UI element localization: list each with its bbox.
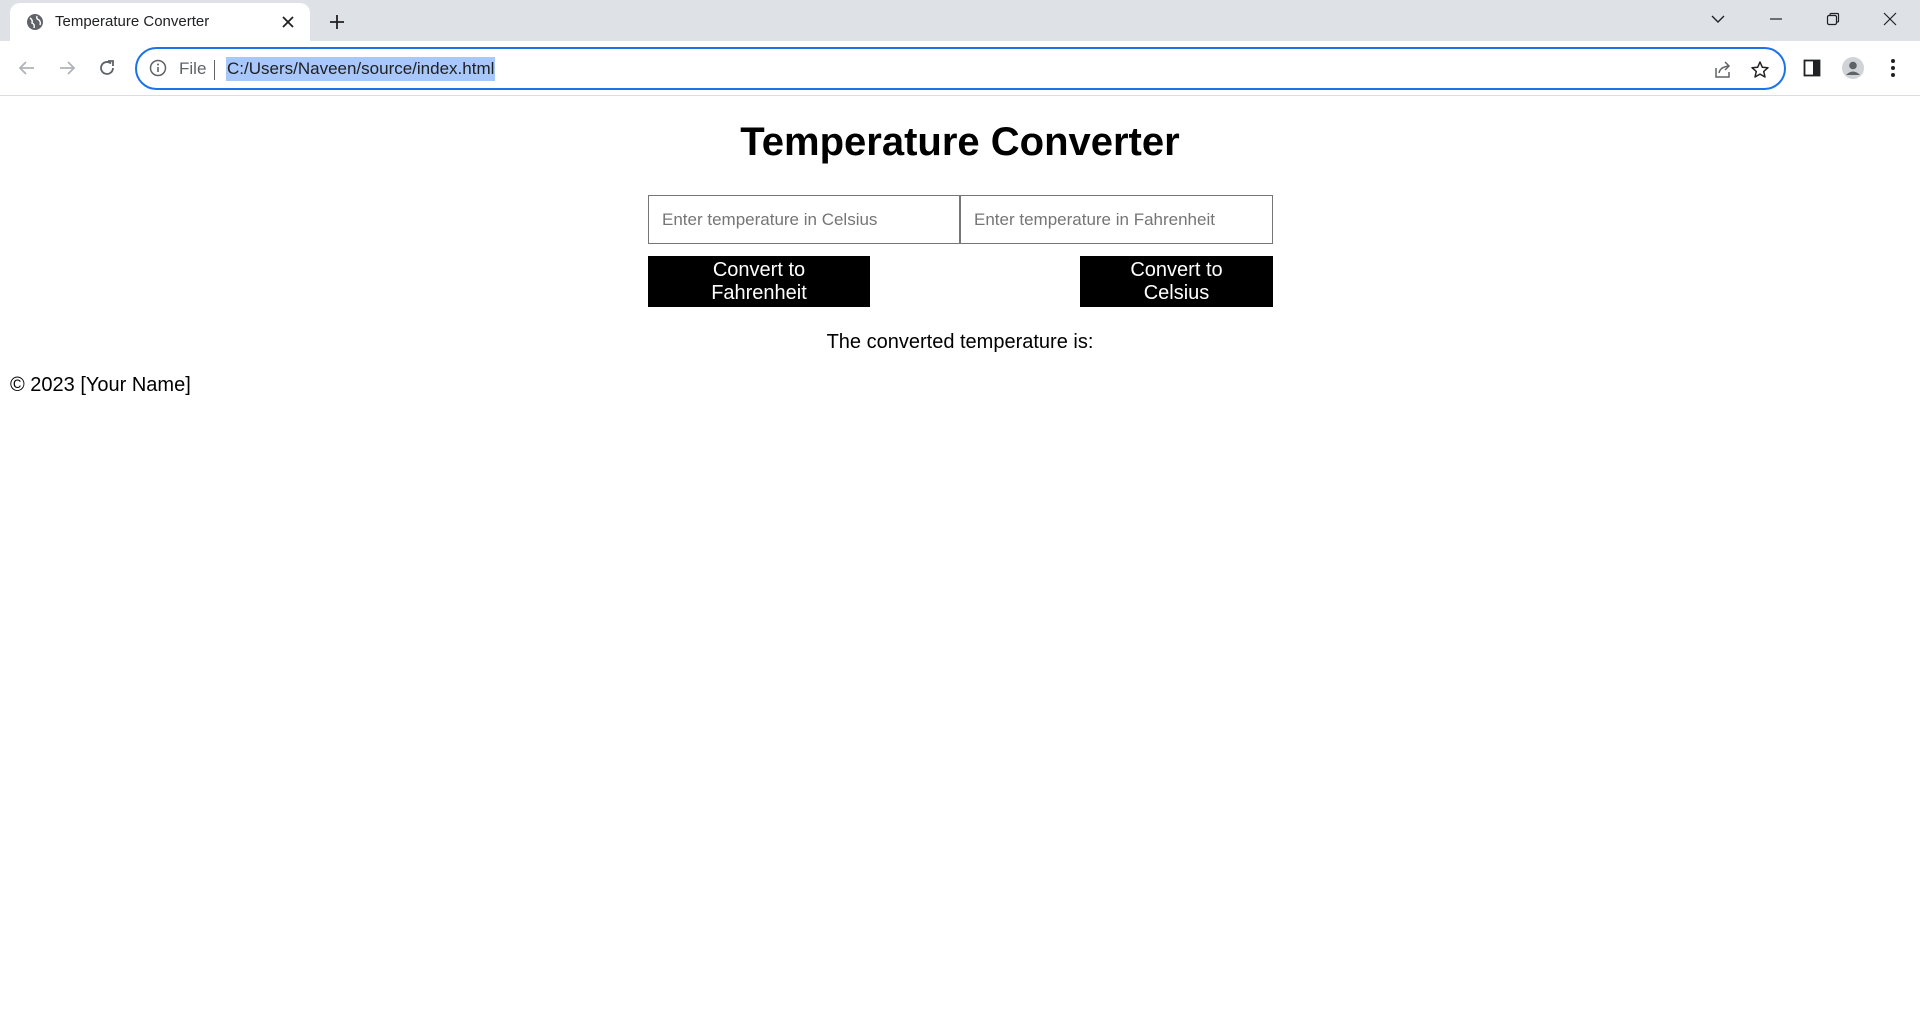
globe-icon (26, 13, 44, 31)
url-text[interactable]: C:/Users/Naveen/source/index.html (226, 57, 496, 81)
restore-icon[interactable] (1819, 7, 1847, 31)
star-icon[interactable] (1749, 59, 1771, 81)
info-icon[interactable] (149, 59, 169, 79)
side-panel-icon[interactable] (1799, 55, 1825, 81)
convert-to-celsius-button[interactable]: Convert to Celsius (1080, 256, 1273, 307)
tab-title: Temperature Converter (55, 13, 210, 30)
page-title: Temperature Converter (740, 120, 1180, 164)
more-vert-icon[interactable] (1880, 55, 1906, 81)
plus-icon[interactable] (325, 10, 349, 34)
chevron-down-icon[interactable] (1704, 7, 1732, 31)
browser-toolbar: File C:/Users/Naveen/source/index.html (0, 41, 1920, 96)
back-arrow-icon[interactable] (12, 53, 42, 83)
address-bar[interactable]: File C:/Users/Naveen/source/index.html (135, 47, 1786, 90)
divider (214, 60, 215, 80)
scheme-label: File (179, 59, 207, 78)
profile-icon[interactable] (1840, 55, 1866, 81)
result-label: The converted temperature is: (826, 331, 1094, 353)
celsius-input[interactable] (648, 195, 960, 244)
fahrenheit-input[interactable] (960, 195, 1273, 244)
tab-strip: Temperature Converter (0, 0, 1920, 41)
page-body: Temperature Converter Convert to Fahrenh… (0, 96, 1920, 1020)
minimize-icon[interactable] (1762, 7, 1790, 31)
convert-to-fahrenheit-button[interactable]: Convert to Fahrenheit (648, 256, 870, 307)
browser-tab[interactable]: Temperature Converter (10, 3, 310, 41)
close-icon[interactable] (279, 13, 297, 31)
forward-arrow-icon[interactable] (52, 53, 82, 83)
reload-icon[interactable] (92, 53, 122, 83)
footer-copyright: © 2023 [Your Name] (10, 374, 191, 396)
share-icon[interactable] (1712, 59, 1734, 81)
close-icon[interactable] (1876, 7, 1904, 31)
